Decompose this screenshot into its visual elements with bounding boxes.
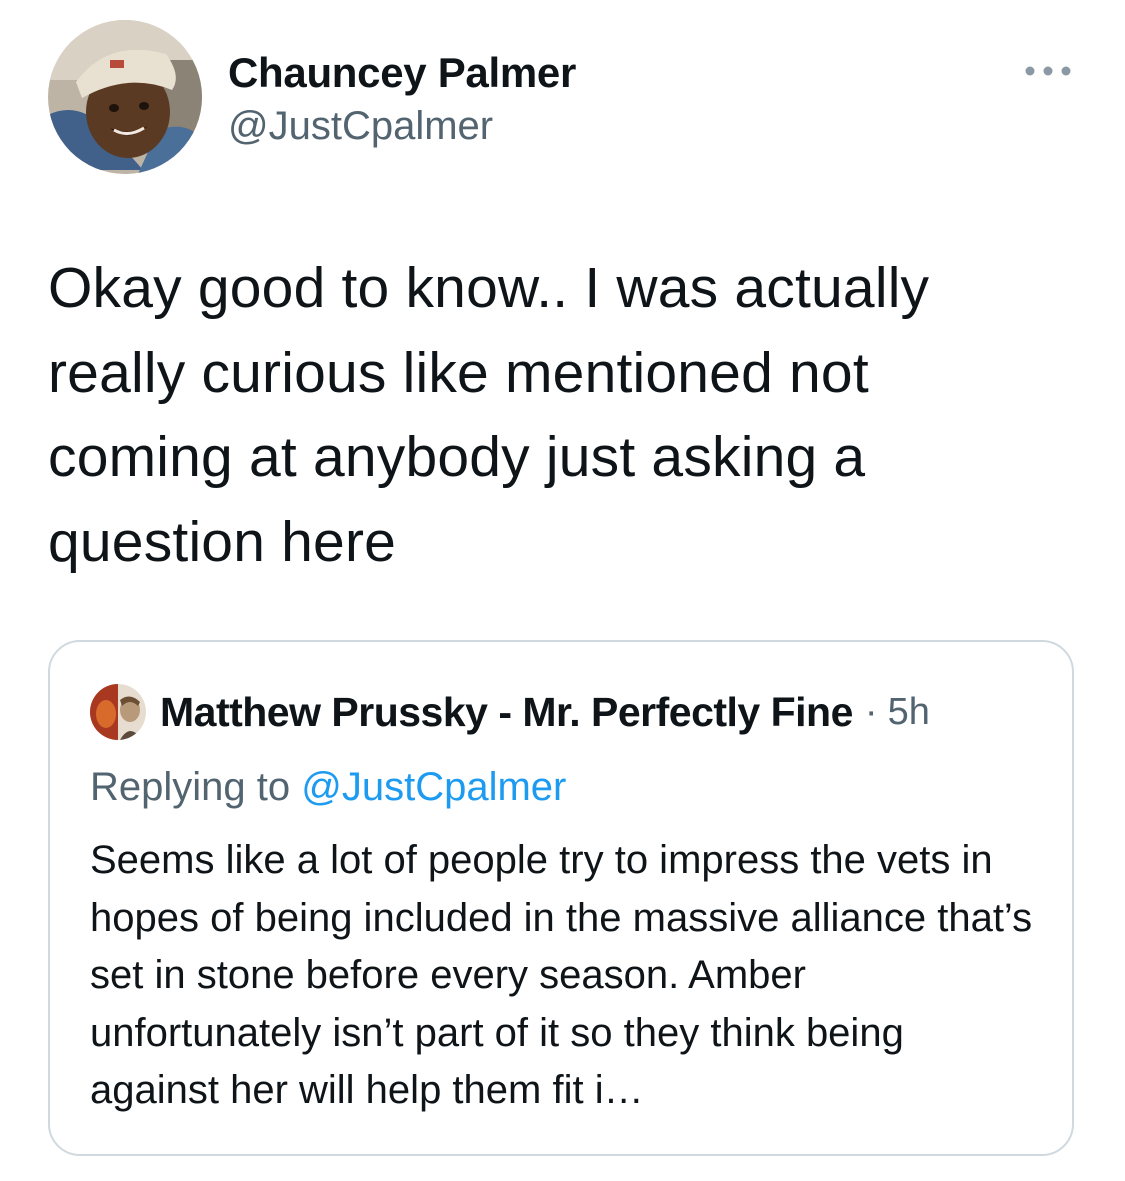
tweet-text: Okay good to know.. I was actually reall… xyxy=(48,256,930,574)
replying-to-line: Replying to @JustCpalmer xyxy=(90,762,566,812)
quoted-tweet-header: Matthew Prussky - Mr. Perfectly Fine · 5… xyxy=(160,686,930,738)
author-name[interactable]: Chauncey Palmer xyxy=(228,48,576,98)
quoted-tweet-text: Seems like a lot of people try to impres… xyxy=(90,838,1033,1112)
quoted-author-avatar-image xyxy=(90,684,146,740)
quoted-author-name[interactable]: Matthew Prussky - Mr. Perfectly Fine xyxy=(160,689,853,736)
author-avatar-image xyxy=(48,20,202,174)
more-options-button[interactable] xyxy=(1020,56,1076,86)
replying-to-label: Replying to xyxy=(90,765,291,809)
quoted-tweet-card[interactable]: Matthew Prussky - Mr. Perfectly Fine · 5… xyxy=(48,640,1074,1156)
author-handle[interactable]: @JustCpalmer xyxy=(228,102,493,150)
quoted-author-avatar[interactable] xyxy=(90,684,146,740)
separator-dot: · xyxy=(864,690,878,733)
author-avatar[interactable] xyxy=(48,20,202,174)
more-horizontal-icon xyxy=(1025,66,1071,76)
quoted-tweet-timestamp[interactable]: 5h xyxy=(888,691,930,734)
replying-to-handle-link[interactable]: @JustCpalmer xyxy=(301,765,566,809)
